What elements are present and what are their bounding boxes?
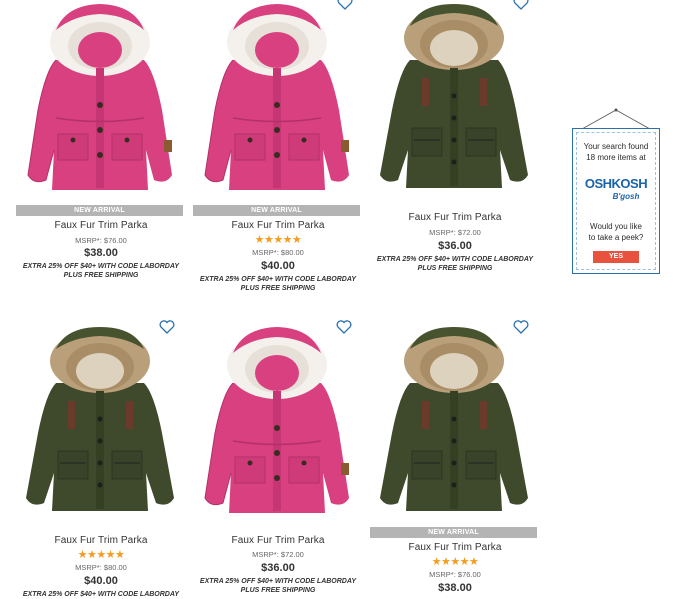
promo-text: EXTRA 25% OFF $40+ WITH CODE LABORDAY PL… bbox=[199, 276, 357, 292]
pink-parka-image bbox=[204, 3, 350, 191]
product-title[interactable]: Faux Fur Trim Parka bbox=[193, 535, 363, 546]
heart-outline-icon[interactable] bbox=[337, 0, 353, 12]
heart-outline-icon[interactable] bbox=[336, 320, 352, 336]
product-msrp: MSRP*: $80.00 bbox=[252, 248, 304, 257]
rating-stars: ★★★★★ bbox=[254, 234, 302, 246]
ad-line-3: Would you like bbox=[590, 222, 642, 231]
green-parka-image bbox=[25, 326, 175, 512]
product-title[interactable]: Faux Fur Trim Parka bbox=[193, 220, 363, 231]
ad-hanger-icon bbox=[581, 108, 651, 130]
ad-yes-button[interactable]: YES bbox=[593, 251, 639, 263]
rating-stars: ★★★★★ bbox=[431, 556, 479, 568]
product-msrp: MSRP*: $80.00 bbox=[75, 563, 127, 572]
product-price: $36.00 bbox=[438, 240, 472, 252]
pink-parka-image bbox=[204, 326, 350, 514]
product-price: $40.00 bbox=[84, 575, 118, 587]
promo-text: EXTRA 25% OFF $40+ WITH CODE LABORDAY PL… bbox=[199, 578, 357, 594]
product-msrp: MSRP*: $72.00 bbox=[429, 228, 481, 237]
product-msrp: MSRP*: $76.00 bbox=[429, 570, 481, 579]
product-title[interactable]: Faux Fur Trim Parka bbox=[370, 212, 540, 223]
product-price: $38.00 bbox=[438, 582, 472, 594]
product-title[interactable]: Faux Fur Trim Parka bbox=[370, 542, 540, 553]
product-price: $38.00 bbox=[84, 247, 118, 259]
product-image[interactable] bbox=[193, 0, 363, 200]
green-parka-image bbox=[379, 326, 529, 512]
new-arrival-badge: NEW ARRIVAL bbox=[193, 205, 360, 216]
pink-parka-image bbox=[27, 3, 173, 191]
heart-outline-icon[interactable] bbox=[159, 320, 175, 336]
product-image[interactable] bbox=[370, 323, 540, 523]
new-arrival-badge: NEW ARRIVAL bbox=[370, 527, 537, 538]
product-title[interactable]: Faux Fur Trim Parka bbox=[16, 220, 186, 231]
new-arrival-badge: NEW ARRIVAL bbox=[16, 205, 183, 216]
product-price: $36.00 bbox=[261, 562, 295, 574]
product-image[interactable] bbox=[16, 323, 186, 523]
ad-line-2: 18 more items at bbox=[586, 153, 646, 162]
oshkosh-logo: OSHKOSH bbox=[584, 176, 648, 191]
oshkosh-logo-sub: B'gosh bbox=[612, 192, 640, 201]
ad-line-4: to take a peek? bbox=[588, 233, 644, 242]
green-parka-image bbox=[379, 3, 529, 189]
product-image[interactable] bbox=[16, 0, 186, 200]
promo-text: EXTRA 25% OFF $40+ WITH CODE LABORDAY PL… bbox=[22, 263, 180, 279]
rating-stars: ★★★★★ bbox=[77, 549, 125, 561]
oshkosh-ad[interactable]: Your search found 18 more items at OSHKO… bbox=[572, 108, 660, 274]
heart-outline-icon[interactable] bbox=[513, 0, 529, 12]
product-title[interactable]: Faux Fur Trim Parka bbox=[16, 535, 186, 546]
product-msrp: MSRP*: $76.00 bbox=[75, 236, 127, 245]
heart-outline-icon[interactable] bbox=[513, 320, 529, 336]
product-msrp: MSRP*: $72.00 bbox=[252, 550, 304, 559]
product-image[interactable] bbox=[370, 0, 540, 200]
product-price: $40.00 bbox=[261, 260, 295, 272]
promo-text: EXTRA 25% OFF $40+ WITH CODE LABORDAY bbox=[22, 591, 180, 598]
ad-line-1: Your search found bbox=[583, 142, 649, 151]
product-image[interactable] bbox=[193, 323, 363, 523]
promo-text: EXTRA 25% OFF $40+ WITH CODE LABORDAY PL… bbox=[376, 256, 534, 272]
